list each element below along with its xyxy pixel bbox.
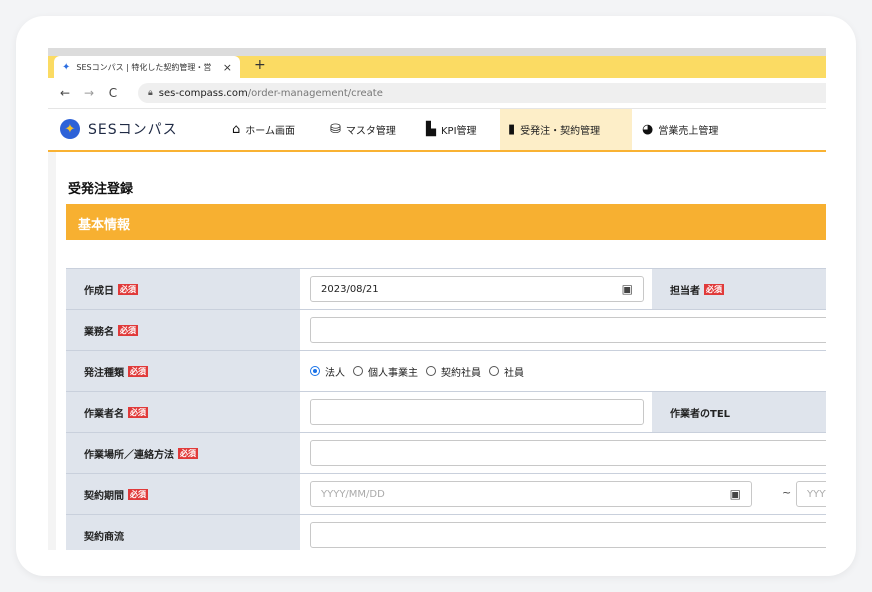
form-row: 作業場所／連絡方法 必須 — [66, 433, 826, 474]
required-badge: 必須 — [128, 365, 148, 377]
range-separator: ~ — [782, 486, 792, 499]
radio-label: 個人事業主 — [368, 367, 418, 379]
required-badge: 必須 — [118, 324, 138, 336]
url-input[interactable]: 🔒︎ ses-compass.com /order-management/cre… — [138, 83, 826, 103]
field-label: 発注種類 必須 — [66, 351, 300, 391]
form-row: 作成日 必須 2023/08/21 ▣ 担当者 必須 — [66, 268, 826, 310]
nav-item-kpi[interactable]: ▙ KPI管理 — [418, 109, 485, 150]
nav-item-label: KPI管理 — [441, 126, 477, 137]
radio-icon — [426, 366, 436, 376]
business-name-input[interactable] — [310, 317, 826, 343]
required-badge: 必須 — [178, 447, 198, 459]
contract-end-input[interactable]: YYYY/M — [796, 481, 826, 507]
field-label: 作業者のTEL — [652, 392, 826, 432]
nav-item-orders[interactable]: ▮ 受発注・契約管理 — [500, 109, 632, 150]
field-label: 作業場所／連絡方法 必須 — [66, 433, 300, 473]
contract-period-label: 契約期間 — [84, 490, 124, 502]
radio-icon — [310, 366, 320, 376]
business-name-label: 業務名 — [84, 326, 114, 338]
required-badge: 必須 — [704, 283, 724, 295]
form-row: 業務名 必須 — [66, 310, 826, 351]
field-label: 契約期間 必須 — [66, 474, 300, 514]
order-type-radio-sole-proprietor[interactable]: 個人事業主 — [353, 364, 418, 379]
field-label: 契約商流 — [66, 515, 300, 550]
lock-icon: 🔒︎ — [148, 88, 153, 98]
database-icon: ⛁ — [330, 122, 341, 137]
tab-title: SESコンパス | 特化した契約管理・営 — [76, 62, 212, 72]
person-in-charge-label: 担当者 — [670, 285, 700, 297]
order-form: 作成日 必須 2023/08/21 ▣ 担当者 必須 業務名 必須 発注種類 必… — [66, 268, 826, 550]
order-type-label: 発注種類 — [84, 367, 124, 379]
created-date-label: 作成日 — [84, 285, 114, 297]
nav-item-label: ホーム画面 — [245, 126, 295, 137]
nav-item-sales[interactable]: ◕ 営業売上管理 — [634, 109, 726, 150]
address-bar: ← → C 🔒︎ ses-compass.com /order-manageme… — [48, 78, 826, 109]
radio-label: 社員 — [504, 367, 524, 379]
new-tab-button[interactable]: + — [254, 57, 266, 73]
worker-name-input[interactable] — [310, 399, 644, 425]
order-type-radio-contract-employee[interactable]: 契約社員 — [426, 364, 481, 379]
field-label: 担当者 必須 — [652, 269, 826, 309]
calendar-icon[interactable]: ▣ — [730, 487, 741, 501]
form-row: 作業者名 必須 作業者のTEL — [66, 392, 826, 433]
order-type-radio-group: 法人 個人事業主 契約社員 社員 — [310, 351, 532, 391]
pie-chart-icon: ◕ — [642, 122, 654, 137]
browser-tab[interactable]: ✦ SESコンパス | 特化した契約管理・営 × — [54, 56, 240, 78]
back-button[interactable]: ← — [58, 86, 72, 100]
logo-text: SESコンパス — [88, 122, 178, 138]
page-title: 受発注登録 — [68, 182, 134, 197]
close-icon[interactable]: × — [223, 61, 232, 74]
document-icon: ▮ — [508, 122, 516, 137]
nav-item-label: 営業売上管理 — [658, 126, 719, 137]
work-place-input[interactable] — [310, 440, 826, 466]
main-content: 受発注登録 基本情報 作成日 必須 2023/08/21 ▣ 担当者 必須 業務… — [48, 152, 826, 550]
order-type-radio-corporation[interactable]: 法人 — [310, 364, 345, 379]
compass-logo-icon: ✦ — [60, 119, 80, 139]
created-date-input[interactable]: 2023/08/21 ▣ — [310, 276, 644, 302]
worker-name-label: 作業者名 — [84, 408, 124, 420]
worker-tel-label: 作業者のTEL — [670, 408, 731, 420]
section-header: 基本情報 — [66, 204, 826, 240]
work-place-label: 作業場所／連絡方法 — [84, 449, 174, 461]
field-label: 業務名 必須 — [66, 310, 300, 350]
nav-item-label: マスタ管理 — [345, 126, 396, 137]
nav-item-label: 受発注・契約管理 — [520, 126, 601, 137]
tab-strip: ✦ SESコンパス | 特化した契約管理・営 × + — [48, 48, 826, 78]
bar-chart-icon: ▙ — [426, 122, 436, 137]
app-navigation: ✦ SESコンパス ⌂ ホーム画面 ⛁ マスタ管理 ▙ KPI管理 ▮ 受発注・… — [48, 109, 826, 153]
reload-button[interactable]: C — [106, 86, 120, 100]
required-badge: 必須 — [128, 406, 148, 418]
home-icon: ⌂ — [232, 122, 241, 137]
contract-start-input[interactable]: YYYY/MM/DD ▣ — [310, 481, 752, 507]
nav-item-master[interactable]: ⛁ マスタ管理 — [322, 109, 404, 150]
field-label: 作業者名 必須 — [66, 392, 300, 432]
created-date-value: 2023/08/21 — [321, 283, 379, 295]
radio-icon — [353, 366, 363, 376]
calendar-icon[interactable]: ▣ — [622, 282, 633, 296]
field-label: 作成日 必須 — [66, 269, 300, 309]
forward-button[interactable]: → — [82, 86, 96, 100]
contract-flow-label: 契約商流 — [84, 531, 124, 543]
required-badge: 必須 — [118, 283, 138, 295]
radio-label: 法人 — [325, 367, 345, 379]
order-type-radio-employee[interactable]: 社員 — [489, 364, 524, 379]
form-row: 契約期間 必須 YYYY/MM/DD ▣ ~ YYYY/M — [66, 474, 826, 515]
form-row: 契約商流 — [66, 515, 826, 550]
radio-label: 契約社員 — [441, 367, 481, 379]
url-domain: ses-compass.com — [158, 87, 248, 99]
form-row: 発注種類 必須 法人 個人事業主 契約社員 社員 — [66, 351, 826, 392]
date-placeholder: YYYY/MM/DD — [321, 488, 385, 500]
section-title: 基本情報 — [78, 218, 131, 233]
nav-item-home[interactable]: ⌂ ホーム画面 — [224, 109, 303, 150]
radio-icon — [489, 366, 499, 376]
date-placeholder: YYYY/M — [807, 488, 826, 500]
compass-favicon-icon: ✦ — [62, 61, 71, 73]
app-logo[interactable]: ✦ SESコンパス — [60, 119, 178, 139]
required-badge: 必須 — [128, 488, 148, 500]
url-path: /order-management/create — [247, 87, 383, 99]
contract-flow-input[interactable] — [310, 522, 826, 548]
browser-window: ✦ SESコンパス | 特化した契約管理・営 × + ← → C 🔒︎ ses-… — [48, 48, 826, 550]
